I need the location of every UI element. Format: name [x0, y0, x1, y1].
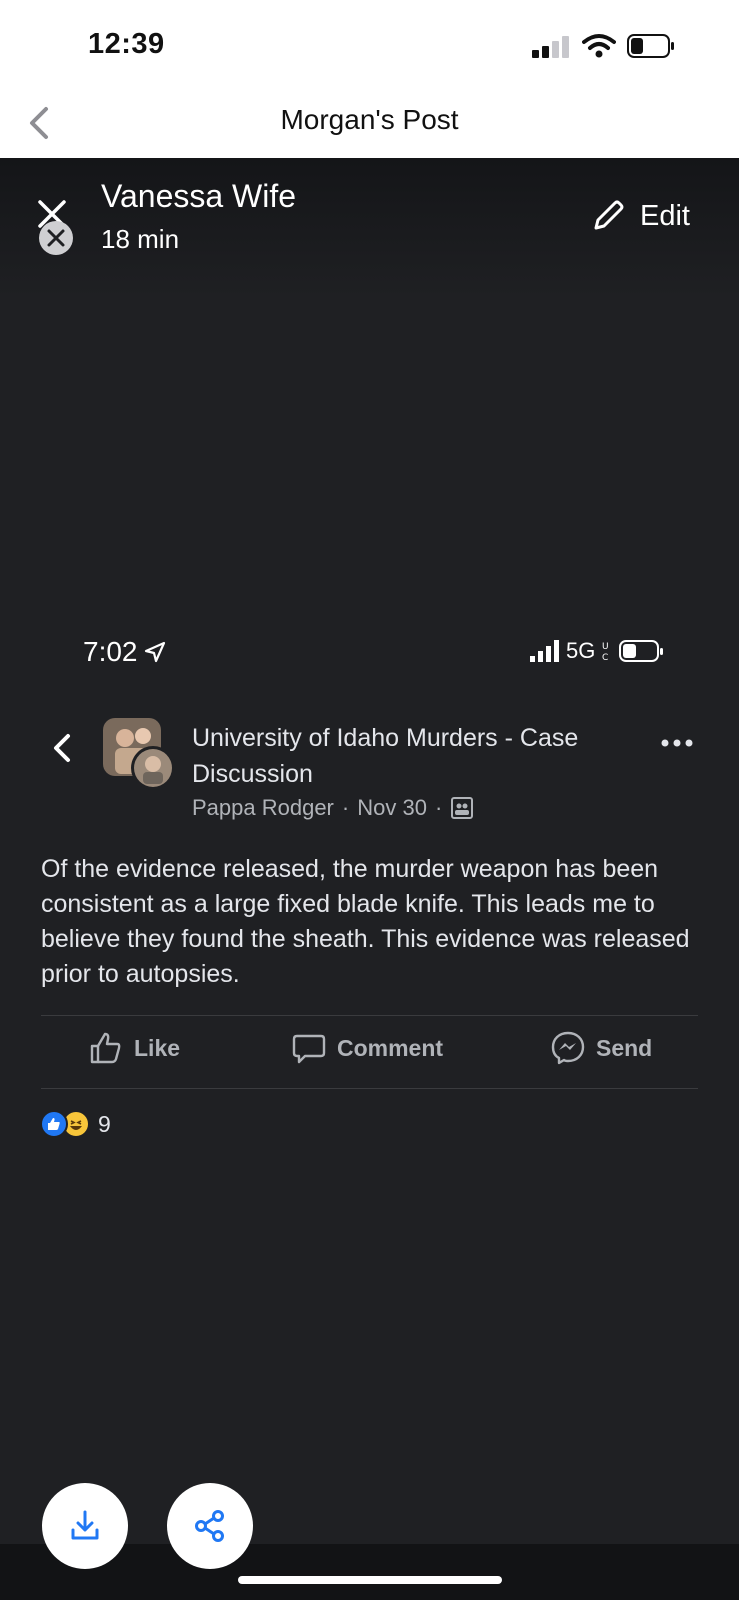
inner-battery-icon: [619, 640, 664, 662]
thumbs-up-icon: [90, 1032, 121, 1064]
status-time: 12:39: [88, 28, 165, 60]
share-button[interactable]: [167, 1483, 253, 1569]
messenger-icon: [551, 1031, 585, 1065]
location-arrow-icon: [144, 641, 165, 663]
comment-icon: [292, 1034, 326, 1064]
download-icon: [71, 1510, 99, 1540]
post-back-icon[interactable]: [48, 728, 74, 768]
meta-separator-2: ·: [434, 795, 443, 820]
post-body: Of the evidence released, the murder wea…: [41, 855, 690, 988]
post-meta: Pappa Rodger · Nov 30 ·: [192, 795, 474, 821]
divider: [41, 1088, 698, 1089]
cellular-signal-icon: [532, 36, 569, 58]
svg-text:U: U: [602, 642, 609, 652]
meta-separator: ·: [341, 795, 350, 820]
status-bar: 12:39: [0, 0, 739, 95]
story-header: Vanessa Wife 18 min Edit: [0, 158, 739, 298]
inner-status-indicators: 5G U C: [530, 638, 665, 664]
network-label: 5G: [566, 638, 596, 663]
like-label: Like: [134, 1034, 181, 1061]
like-reaction-icon: [40, 1110, 68, 1138]
send-button[interactable]: Send: [550, 1030, 652, 1066]
send-label: Send: [596, 1034, 653, 1061]
inner-status-time: 7:02: [83, 636, 166, 668]
reaction-count: 9: [98, 1110, 111, 1137]
inner-signal-icon: [530, 640, 559, 662]
group-avatar[interactable]: [101, 716, 179, 792]
battery-icon: [627, 34, 674, 58]
share-icon: [195, 1510, 224, 1542]
group-name[interactable]: University of Idaho Murders - Case Discu…: [192, 720, 612, 792]
uc-icon: U C: [602, 642, 609, 662]
like-button[interactable]: Like: [88, 1030, 180, 1066]
svg-text:C: C: [602, 653, 608, 662]
page-title: Morgan's Post: [280, 104, 459, 135]
nav-header: Morgan's Post: [0, 95, 739, 158]
post-date[interactable]: Nov 30: [357, 795, 427, 821]
comment-label: Comment: [337, 1034, 444, 1061]
post-author[interactable]: Pappa Rodger: [192, 795, 334, 821]
download-button[interactable]: [42, 1483, 128, 1569]
story-timestamp: 18 min: [101, 224, 180, 254]
divider: [41, 1015, 698, 1016]
edit-button[interactable]: Edit: [590, 198, 690, 234]
group-privacy-icon: [451, 797, 474, 819]
close-icon[interactable]: [34, 198, 78, 258]
pencil-icon: [594, 200, 624, 230]
comment-button[interactable]: Comment: [291, 1030, 443, 1066]
edit-label: Edit: [640, 199, 690, 232]
story-author-name[interactable]: Vanessa Wife: [101, 178, 296, 215]
wifi-icon: [582, 34, 616, 58]
home-indicator[interactable]: [238, 1576, 502, 1584]
more-options-icon[interactable]: [660, 735, 694, 751]
reactions-summary[interactable]: 9: [40, 1110, 111, 1138]
inner-time-text: 7:02: [83, 636, 138, 667]
